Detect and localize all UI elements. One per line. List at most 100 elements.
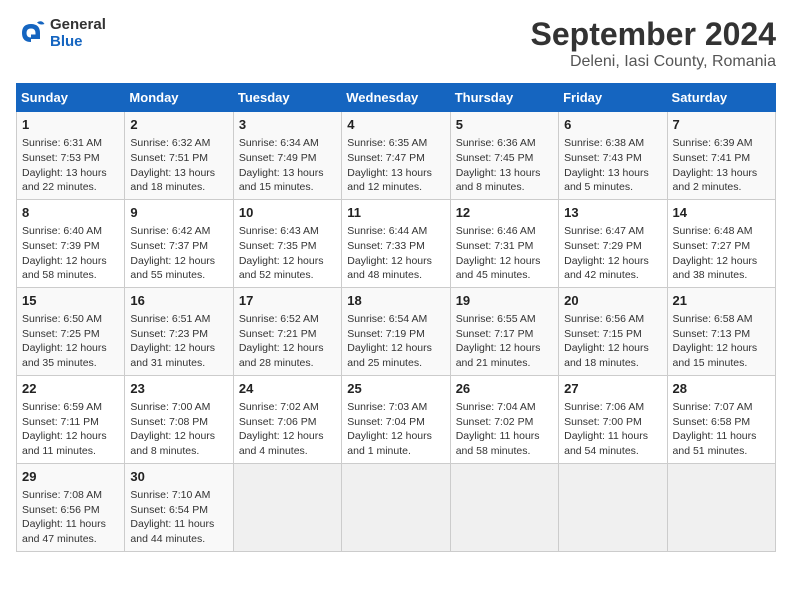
day-info: Sunrise: 7:10 AMSunset: 6:54 PMDaylight:… — [130, 488, 227, 547]
day-number: 26 — [456, 380, 553, 398]
day-info: Sunrise: 6:50 AMSunset: 7:25 PMDaylight:… — [22, 312, 119, 371]
day-info: Sunrise: 6:32 AMSunset: 7:51 PMDaylight:… — [130, 136, 227, 195]
day-info: Sunrise: 6:47 AMSunset: 7:29 PMDaylight:… — [564, 224, 661, 283]
calendar-cell: 3Sunrise: 6:34 AMSunset: 7:49 PMDaylight… — [233, 112, 341, 200]
day-number: 10 — [239, 204, 336, 222]
day-info: Sunrise: 6:35 AMSunset: 7:47 PMDaylight:… — [347, 136, 444, 195]
weekday-header-tuesday: Tuesday — [233, 84, 341, 112]
calendar-cell: 24 Sunrise: 7:02 AMSunset: 7:06 PMDayligh… — [233, 375, 341, 463]
day-info: Sunrise: 6:52 AMSunset: 7:21 PMDaylight:… — [239, 312, 336, 371]
month-title: September 2024 — [531, 16, 776, 53]
day-info: Sunrise: 6:44 AMSunset: 7:33 PMDaylight:… — [347, 224, 444, 283]
day-info: Sunrise: 6:46 AMSunset: 7:31 PMDaylight:… — [456, 224, 553, 283]
weekday-header-thursday: Thursday — [450, 84, 558, 112]
calendar-cell: 15 Sunrise: 6:50 AMSunset: 7:25 PMDayligh… — [17, 287, 125, 375]
day-info: Sunrise: 6:55 AMSunset: 7:17 PMDaylight:… — [456, 312, 553, 371]
calendar-cell: 23 Sunrise: 7:00 AMSunset: 7:08 PMDayligh… — [125, 375, 233, 463]
day-info: Sunrise: 6:54 AMSunset: 7:19 PMDaylight:… — [347, 312, 444, 371]
calendar-cell: 9Sunrise: 6:42 AMSunset: 7:37 PMDaylight… — [125, 199, 233, 287]
day-info: Sunrise: 7:06 AMSunset: 7:00 PMDaylight:… — [564, 400, 661, 459]
day-number: 4 — [347, 116, 444, 134]
calendar-cell: 20 Sunrise: 6:56 AMSunset: 7:15 PMDayligh… — [559, 287, 667, 375]
day-info: Sunrise: 6:58 AMSunset: 7:13 PMDaylight:… — [673, 312, 770, 371]
day-number: 7 — [673, 116, 770, 134]
calendar-cell: 22 Sunrise: 6:59 AMSunset: 7:11 PMDayligh… — [17, 375, 125, 463]
calendar-cell: 26 Sunrise: 7:04 AMSunset: 7:02 PMDayligh… — [450, 375, 558, 463]
day-info: Sunrise: 6:48 AMSunset: 7:27 PMDaylight:… — [673, 224, 770, 283]
weekday-header-wednesday: Wednesday — [342, 84, 450, 112]
day-number: 24 — [239, 380, 336, 398]
day-info: Sunrise: 6:56 AMSunset: 7:15 PMDaylight:… — [564, 312, 661, 371]
day-number: 22 — [22, 380, 119, 398]
logo-text: General Blue — [50, 16, 106, 50]
day-number: 20 — [564, 292, 661, 310]
weekday-header-sunday: Sunday — [17, 84, 125, 112]
day-info: Sunrise: 7:04 AMSunset: 7:02 PMDaylight:… — [456, 400, 553, 459]
day-number: 2 — [130, 116, 227, 134]
day-number: 1 — [22, 116, 119, 134]
day-info: Sunrise: 6:43 AMSunset: 7:35 PMDaylight:… — [239, 224, 336, 283]
day-info: Sunrise: 6:31 AMSunset: 7:53 PMDaylight:… — [22, 136, 119, 195]
day-number: 16 — [130, 292, 227, 310]
calendar-cell: 11Sunrise: 6:44 AMSunset: 7:33 PMDayligh… — [342, 199, 450, 287]
calendar-cell: 2 Sunrise: 6:32 AMSunset: 7:51 PMDaylight… — [125, 112, 233, 200]
calendar-cell: 13 Sunrise: 6:47 AMSunset: 7:29 PMDayligh… — [559, 199, 667, 287]
calendar-week-row: 8 Sunrise: 6:40 AMSunset: 7:39 PMDaylight… — [17, 199, 776, 287]
weekday-header-monday: Monday — [125, 84, 233, 112]
day-info: Sunrise: 6:34 AMSunset: 7:49 PMDaylight:… — [239, 136, 336, 195]
calendar-week-row: 15 Sunrise: 6:50 AMSunset: 7:25 PMDayligh… — [17, 287, 776, 375]
day-number: 18 — [347, 292, 444, 310]
calendar-cell: 27 Sunrise: 7:06 AMSunset: 7:00 PMDayligh… — [559, 375, 667, 463]
location: Deleni, Iasi County, Romania — [531, 53, 776, 71]
weekday-header-saturday: Saturday — [667, 84, 775, 112]
weekday-header-friday: Friday — [559, 84, 667, 112]
logo-icon — [16, 18, 46, 48]
day-number: 17 — [239, 292, 336, 310]
day-number: 5 — [456, 116, 553, 134]
calendar-cell: 21Sunrise: 6:58 AMSunset: 7:13 PMDayligh… — [667, 287, 775, 375]
calendar-cell: 7 Sunrise: 6:39 AMSunset: 7:41 PMDaylight… — [667, 112, 775, 200]
day-info: Sunrise: 6:40 AMSunset: 7:39 PMDaylight:… — [22, 224, 119, 283]
day-info: Sunrise: 6:38 AMSunset: 7:43 PMDaylight:… — [564, 136, 661, 195]
day-info: Sunrise: 7:08 AMSunset: 6:56 PMDaylight:… — [22, 488, 119, 547]
day-info: Sunrise: 7:02 AMSunset: 7:06 PMDaylight:… — [239, 400, 336, 459]
calendar-week-row: 29Sunrise: 7:08 AMSunset: 6:56 PMDayligh… — [17, 463, 776, 551]
calendar-cell — [559, 463, 667, 551]
day-info: Sunrise: 6:51 AMSunset: 7:23 PMDaylight:… — [130, 312, 227, 371]
calendar-cell: 18 Sunrise: 6:54 AMSunset: 7:19 PMDayligh… — [342, 287, 450, 375]
calendar-cell — [450, 463, 558, 551]
logo: General Blue — [16, 16, 106, 50]
day-info: Sunrise: 6:36 AMSunset: 7:45 PMDaylight:… — [456, 136, 553, 195]
calendar-cell: 29Sunrise: 7:08 AMSunset: 6:56 PMDayligh… — [17, 463, 125, 551]
day-number: 8 — [22, 204, 119, 222]
calendar-cell: 1 Sunrise: 6:31 AMSunset: 7:53 PMDaylight… — [17, 112, 125, 200]
calendar-cell: 4 Sunrise: 6:35 AMSunset: 7:47 PMDaylight… — [342, 112, 450, 200]
day-number: 19 — [456, 292, 553, 310]
day-info: Sunrise: 7:03 AMSunset: 7:04 PMDaylight:… — [347, 400, 444, 459]
calendar-cell: 10 Sunrise: 6:43 AMSunset: 7:35 PMDayligh… — [233, 199, 341, 287]
calendar-cell: 12Sunrise: 6:46 AMSunset: 7:31 PMDayligh… — [450, 199, 558, 287]
day-number: 15 — [22, 292, 119, 310]
calendar-cell: 30Sunrise: 7:10 AMSunset: 6:54 PMDayligh… — [125, 463, 233, 551]
weekday-header-row: SundayMondayTuesdayWednesdayThursdayFrid… — [17, 84, 776, 112]
day-info: Sunrise: 6:59 AMSunset: 7:11 PMDaylight:… — [22, 400, 119, 459]
calendar-cell: 17 Sunrise: 6:52 AMSunset: 7:21 PMDayligh… — [233, 287, 341, 375]
calendar-cell — [233, 463, 341, 551]
day-number: 23 — [130, 380, 227, 398]
calendar-table: SundayMondayTuesdayWednesdayThursdayFrid… — [16, 83, 776, 552]
day-number: 28 — [673, 380, 770, 398]
day-info: Sunrise: 6:42 AMSunset: 7:37 PMDaylight:… — [130, 224, 227, 283]
day-number: 13 — [564, 204, 661, 222]
title-block: September 2024 Deleni, Iasi County, Roma… — [531, 16, 776, 71]
calendar-cell — [342, 463, 450, 551]
day-info: Sunrise: 7:07 AMSunset: 6:58 PMDaylight:… — [673, 400, 770, 459]
day-info: Sunrise: 6:39 AMSunset: 7:41 PMDaylight:… — [673, 136, 770, 195]
day-number: 6 — [564, 116, 661, 134]
calendar-cell: 5 Sunrise: 6:36 AMSunset: 7:45 PMDaylight… — [450, 112, 558, 200]
calendar-cell: 25Sunrise: 7:03 AMSunset: 7:04 PMDayligh… — [342, 375, 450, 463]
calendar-cell: 28 Sunrise: 7:07 AMSunset: 6:58 PMDayligh… — [667, 375, 775, 463]
day-number: 27 — [564, 380, 661, 398]
calendar-cell: 6 Sunrise: 6:38 AMSunset: 7:43 PMDaylight… — [559, 112, 667, 200]
day-info: Sunrise: 7:00 AMSunset: 7:08 PMDaylight:… — [130, 400, 227, 459]
page-header: General Blue September 2024 Deleni, Iasi… — [16, 16, 776, 71]
